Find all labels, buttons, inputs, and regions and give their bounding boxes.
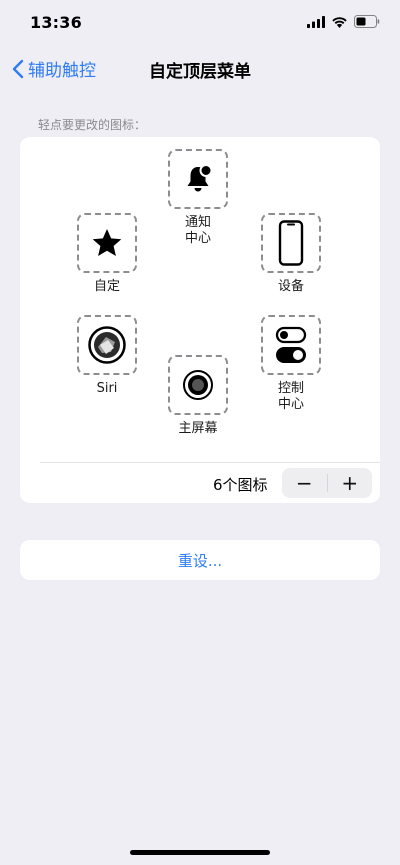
home-button-icon	[183, 370, 213, 400]
control-center-label-line1: 控制	[277, 381, 304, 396]
iphone-icon	[278, 220, 304, 266]
cellular-signal-icon	[307, 15, 325, 28]
notification-center-slot[interactable]	[168, 149, 228, 209]
card-divider	[40, 462, 380, 463]
increase-button[interactable]: +	[328, 468, 373, 498]
device-slot[interactable]	[261, 213, 321, 273]
decrease-button[interactable]: −	[282, 468, 327, 498]
home-indicator	[130, 850, 270, 855]
custom-slot[interactable]	[77, 213, 137, 273]
notification-center-label: 通知 中心	[158, 215, 238, 247]
toggle-switches-icon	[275, 326, 307, 363]
reset-button[interactable]: 重设...	[20, 540, 380, 580]
control-center-label-line2: 中心	[277, 397, 304, 412]
icon-count-stepper[interactable]: − +	[282, 468, 372, 498]
home-slot[interactable]	[168, 355, 228, 415]
menu-layout-card: 通知 中心 自定 设备 Siri 控制 中心 主屏幕 6个图标 − +	[20, 137, 380, 503]
status-time: 13:36	[30, 13, 82, 32]
siri-label: Siri	[96, 381, 118, 396]
wifi-icon	[332, 16, 347, 28]
siri-slot[interactable]	[77, 315, 137, 375]
status-bar: 13:36	[0, 0, 400, 46]
page-title: 自定顶层菜单	[149, 62, 251, 82]
battery-icon	[354, 15, 380, 28]
device-label: 设备	[277, 279, 304, 294]
control-center-slot[interactable]	[261, 315, 321, 375]
status-icons	[307, 15, 380, 28]
bell-icon	[187, 164, 213, 192]
custom-label: 自定	[93, 279, 120, 294]
section-label: 轻点要更改的图标：	[38, 118, 147, 132]
notification-center-label-line1: 通知	[184, 215, 211, 230]
control-center-label: 控制 中心	[251, 381, 331, 413]
star-icon	[92, 229, 122, 256]
icon-count-label: 6个图标	[213, 476, 268, 494]
navigation-bar: 辅助触控 自定顶层菜单	[0, 50, 400, 86]
notification-center-label-line2: 中心	[184, 231, 211, 246]
siri-icon	[88, 326, 126, 364]
home-label: 主屏幕	[178, 421, 218, 436]
